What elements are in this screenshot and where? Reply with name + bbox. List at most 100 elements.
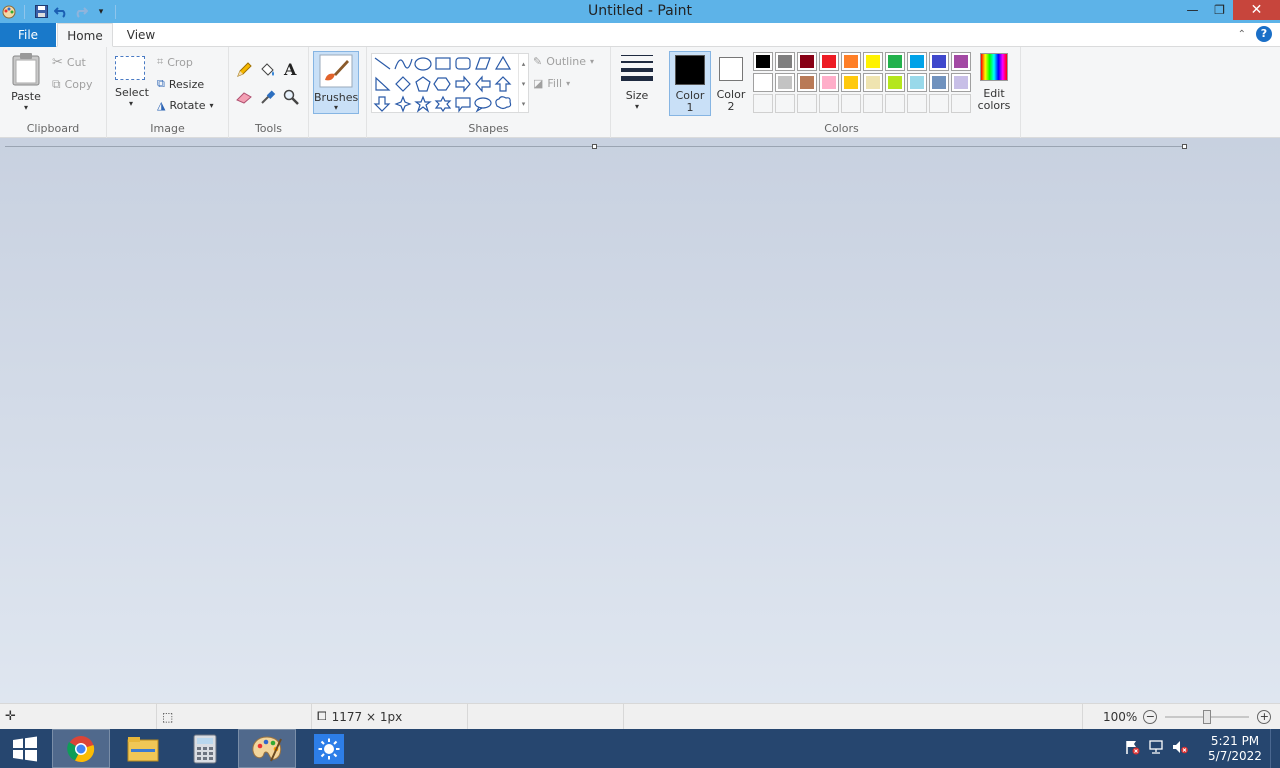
four-point-star-shape-icon[interactable] xyxy=(394,95,412,113)
six-point-star-shape-icon[interactable] xyxy=(434,95,452,113)
hexagon-shape-icon[interactable] xyxy=(433,77,451,91)
palette-color-swatch[interactable] xyxy=(819,73,839,92)
collapse-ribbon-icon[interactable]: ⌃ xyxy=(1238,29,1246,40)
fill-button[interactable]: ◪ Fill ▾ xyxy=(533,77,570,90)
cloud-callout-shape-icon[interactable] xyxy=(495,96,512,110)
right-triangle-shape-icon[interactable] xyxy=(375,76,391,91)
custom-color-slot[interactable] xyxy=(841,94,861,113)
custom-color-slot[interactable] xyxy=(907,94,927,113)
triangle-shape-icon[interactable] xyxy=(494,55,512,70)
paste-dropdown-icon[interactable]: ▾ xyxy=(6,103,46,112)
zoom-slider-thumb[interactable] xyxy=(1203,709,1212,724)
volume-muted-icon[interactable] xyxy=(1168,739,1192,758)
action-center-flag-icon[interactable] xyxy=(1120,739,1144,758)
custom-color-slot[interactable] xyxy=(753,94,773,113)
eraser-icon[interactable] xyxy=(236,90,253,107)
fill-bucket-icon[interactable] xyxy=(259,62,276,81)
rounded-callout-shape-icon[interactable] xyxy=(455,97,471,113)
network-icon[interactable] xyxy=(1144,739,1168,758)
palette-color-swatch[interactable] xyxy=(775,73,795,92)
copy-button[interactable]: ⧉ Copy xyxy=(52,77,92,92)
magnifier-icon[interactable] xyxy=(283,89,299,108)
taskbar-app-blue[interactable] xyxy=(300,729,358,768)
pentagon-shape-icon[interactable] xyxy=(415,76,431,92)
custom-color-slot[interactable] xyxy=(863,94,883,113)
palette-color-swatch[interactable] xyxy=(797,73,817,92)
canvas-resize-handle-corner[interactable] xyxy=(1182,144,1187,149)
shapes-scrollbar[interactable]: ▴ ▾ ▾ xyxy=(518,54,528,112)
help-icon[interactable]: ? xyxy=(1256,26,1272,42)
palette-color-swatch[interactable] xyxy=(819,52,839,71)
brushes-button[interactable]: Brushes ▾ xyxy=(313,51,359,114)
start-button[interactable] xyxy=(0,729,50,768)
tab-file[interactable]: File xyxy=(0,23,56,47)
left-arrow-shape-icon[interactable] xyxy=(475,75,491,93)
oval-callout-shape-icon[interactable] xyxy=(474,97,492,113)
palette-color-swatch[interactable] xyxy=(863,52,883,71)
taskbar-paint[interactable] xyxy=(238,729,296,768)
canvas-resize-handle-middle[interactable] xyxy=(592,144,597,149)
edit-colors-button[interactable]: Edit colors xyxy=(975,53,1013,112)
palette-color-swatch[interactable] xyxy=(863,73,883,92)
palette-color-swatch[interactable] xyxy=(885,52,905,71)
tab-home[interactable]: Home xyxy=(57,23,113,47)
up-arrow-shape-icon[interactable] xyxy=(494,76,512,92)
clock[interactable]: 5:21 PM 5/7/2022 xyxy=(1200,734,1270,764)
line-shape-icon[interactable] xyxy=(374,57,391,70)
resize-icon: ⧉ xyxy=(157,77,165,90)
maximize-button[interactable]: ❐ xyxy=(1206,0,1233,20)
palette-color-swatch[interactable] xyxy=(775,52,795,71)
palette-color-swatch[interactable] xyxy=(951,73,971,92)
down-arrow-shape-icon[interactable] xyxy=(373,96,391,112)
palette-color-swatch[interactable] xyxy=(929,73,949,92)
palette-color-swatch[interactable] xyxy=(951,52,971,71)
resize-button[interactable]: ⧉ Resize xyxy=(157,77,204,91)
color-picker-icon[interactable] xyxy=(260,89,276,108)
right-arrow-shape-icon[interactable] xyxy=(455,75,471,93)
taskbar-calculator[interactable] xyxy=(176,729,234,768)
color2-button[interactable]: Color 2 xyxy=(713,51,749,116)
minimize-button[interactable]: — xyxy=(1179,0,1206,20)
palette-color-swatch[interactable] xyxy=(797,52,817,71)
pencil-icon[interactable] xyxy=(236,62,252,81)
crop-button[interactable]: ⌗ Crop xyxy=(157,55,193,69)
palette-color-swatch[interactable] xyxy=(907,73,927,92)
select-button[interactable]: Select ▾ xyxy=(115,56,149,108)
oval-shape-icon[interactable] xyxy=(414,57,432,71)
palette-color-swatch[interactable] xyxy=(885,73,905,92)
paste-button[interactable]: Paste ▾ xyxy=(6,52,46,112)
five-point-star-shape-icon[interactable] xyxy=(414,95,432,113)
custom-color-slot[interactable] xyxy=(929,94,949,113)
zoom-out-button[interactable]: − xyxy=(1143,709,1158,724)
custom-color-slot[interactable] xyxy=(775,94,795,113)
text-icon[interactable]: A xyxy=(284,60,296,79)
outline-button[interactable]: ✎ Outline ▾ xyxy=(533,55,594,68)
close-button[interactable]: ✕ xyxy=(1233,0,1280,20)
custom-color-slot[interactable] xyxy=(819,94,839,113)
zoom-in-button[interactable]: + xyxy=(1257,709,1272,724)
show-desktop-button[interactable] xyxy=(1270,729,1280,768)
rounded-rectangle-shape-icon[interactable] xyxy=(455,57,471,70)
palette-color-swatch[interactable] xyxy=(929,52,949,71)
rotate-button[interactable]: ◮ Rotate ▾ xyxy=(157,99,214,112)
custom-color-slot[interactable] xyxy=(885,94,905,113)
taskbar-file-explorer[interactable] xyxy=(114,729,172,768)
select-dropdown-icon[interactable]: ▾ xyxy=(115,99,147,108)
palette-color-swatch[interactable] xyxy=(841,52,861,71)
custom-color-slot[interactable] xyxy=(951,94,971,113)
palette-color-swatch[interactable] xyxy=(753,73,773,92)
zoom-slider[interactable] xyxy=(1165,709,1250,724)
cut-button[interactable]: ✂ Cut xyxy=(52,55,86,70)
custom-color-slot[interactable] xyxy=(797,94,817,113)
curve-shape-icon[interactable] xyxy=(394,58,413,70)
palette-color-swatch[interactable] xyxy=(753,52,773,71)
polygon-shape-icon[interactable] xyxy=(475,57,491,70)
palette-color-swatch[interactable] xyxy=(841,73,861,92)
tab-view[interactable]: View xyxy=(116,23,166,47)
taskbar-chrome[interactable] xyxy=(52,729,110,768)
palette-color-swatch[interactable] xyxy=(907,52,927,71)
rectangle-shape-icon[interactable] xyxy=(435,57,451,70)
color1-button[interactable]: Color 1 xyxy=(669,51,711,116)
diamond-shape-icon[interactable] xyxy=(395,76,411,92)
size-button[interactable]: Size ▾ xyxy=(619,55,655,111)
